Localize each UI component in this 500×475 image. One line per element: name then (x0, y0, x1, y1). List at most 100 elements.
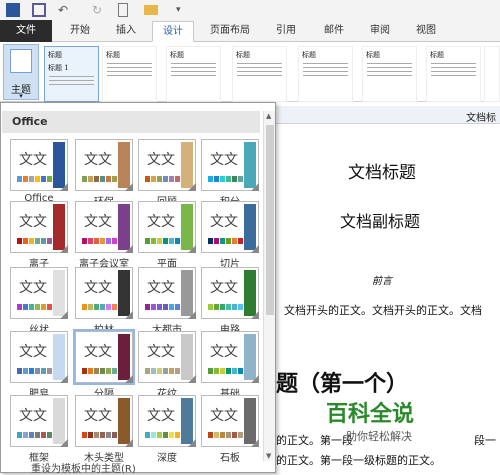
theme-color-swatches (82, 176, 118, 182)
theme-tile[interactable]: 文文 (75, 395, 133, 447)
page-fold-icon (188, 311, 196, 319)
watermark-slogan: 助你轻松解决 (346, 430, 412, 443)
style-set-3[interactable]: 标题 (166, 46, 221, 102)
theme-sample-text: 文文 (210, 214, 238, 230)
theme-tile[interactable]: 文文 (201, 267, 259, 319)
tab-home[interactable]: 开始 (60, 21, 100, 42)
theme-tile[interactable]: 文文 (10, 139, 68, 191)
doc-subtitle: 文档副标题 (340, 212, 421, 231)
page-fold-icon (251, 375, 259, 383)
doc-body-3: 段一 (474, 434, 496, 447)
theme-tile[interactable]: 文文 (138, 331, 196, 383)
page-fold-icon (60, 439, 68, 447)
theme-sample-text: 文文 (210, 280, 238, 296)
themes-button[interactable]: 主题 ▾ (3, 44, 39, 100)
style-set-5[interactable]: 标题 (298, 46, 353, 102)
doc-body-4: 的正文。第一段一级标题的正文。 (276, 454, 441, 467)
undo-icon[interactable]: ↶ (58, 3, 72, 17)
theme-tile[interactable]: 文文 (10, 331, 68, 383)
doc-heading-1: 题（第一个） (276, 371, 409, 397)
style-title: 标题 (48, 51, 62, 59)
theme-sample-text: 文文 (84, 280, 112, 296)
redo-icon[interactable]: ↻ (92, 3, 106, 17)
theme-tile[interactable]: 文文 (73, 329, 135, 385)
tab-layout[interactable]: 页面布局 (200, 21, 260, 42)
theme-tile[interactable]: 文文 (10, 201, 68, 253)
style-set-4[interactable]: 标题 (232, 46, 287, 102)
theme-color-swatches (208, 304, 244, 310)
theme-color-swatches (17, 432, 53, 438)
scroll-thumb[interactable] (266, 125, 274, 315)
gallery-scrollbar[interactable]: ▲ ▼ (263, 111, 275, 461)
theme-accent-band (53, 204, 65, 250)
style-set-2[interactable]: 标题 (102, 46, 157, 102)
theme-tile[interactable]: 文文 (138, 139, 196, 191)
theme-tile[interactable]: 文文 (75, 267, 133, 319)
theme-tile[interactable]: 文文 (201, 139, 259, 191)
theme-tile[interactable]: 文文 (75, 139, 133, 191)
theme-tile[interactable]: 文文 (138, 201, 196, 253)
page-fold-icon (60, 183, 68, 191)
themes-icon (10, 49, 32, 73)
style-set-7[interactable]: 标题 (426, 46, 481, 102)
theme-color-swatches (145, 176, 181, 182)
theme-name: 石板 (220, 453, 240, 464)
tab-review[interactable]: 审阅 (360, 21, 400, 42)
theme-accent-band (53, 398, 65, 444)
theme-color-swatches (82, 304, 118, 310)
tab-view[interactable]: 视图 (406, 21, 446, 42)
theme-accent-band (181, 270, 193, 316)
theme-accent-band (118, 334, 130, 380)
watermark-brand: 百科全说 (326, 402, 415, 427)
watermark: 百科全说 助你轻松解决 (326, 396, 414, 444)
save-icon[interactable] (32, 3, 46, 17)
theme-sample-text: 文文 (19, 214, 47, 230)
ribbon-tabs: 文件 开始 插入 设计 页面布局 引用 邮件 审阅 视图 (0, 20, 500, 42)
style-title: 标题 (170, 51, 184, 59)
style-title: 标题 (106, 51, 120, 59)
tab-mailings[interactable]: 邮件 (314, 21, 354, 42)
theme-tile[interactable]: 文文 (201, 395, 259, 447)
page-fold-icon (188, 183, 196, 191)
page-fold-icon (125, 375, 133, 383)
tab-insert[interactable]: 插入 (106, 21, 146, 42)
page-fold-icon (251, 311, 259, 319)
theme-tile[interactable]: 文文 (201, 331, 259, 383)
scroll-up-icon[interactable]: ▲ (266, 112, 271, 120)
tab-file[interactable]: 文件 (0, 20, 52, 42)
theme-tile[interactable]: 文文 (138, 395, 196, 447)
theme-color-swatches (17, 368, 53, 374)
style-set-1[interactable]: 标题 标题 1 (44, 46, 99, 102)
tab-references[interactable]: 引用 (266, 21, 306, 42)
theme-tile[interactable]: 文文 (75, 201, 133, 253)
page-fold-icon (251, 439, 259, 447)
theme-color-swatches (82, 432, 118, 438)
theme-sample-text: 文文 (147, 280, 175, 296)
scroll-down-icon[interactable]: ▼ (266, 452, 271, 460)
page-fold-icon (60, 245, 68, 253)
theme-accent-band (244, 270, 256, 316)
page-fold-icon (188, 375, 196, 383)
theme-tile[interactable]: 文文 (201, 201, 259, 253)
theme-tile[interactable]: 文文 (138, 267, 196, 319)
theme-accent-band (181, 142, 193, 188)
theme-sample-text: 文文 (147, 152, 175, 168)
theme-sample-text: 文文 (84, 214, 112, 230)
customize-icon[interactable]: ▾ (176, 3, 190, 17)
theme-tile[interactable]: 文文 (10, 395, 68, 447)
theme-name: 深度 (157, 453, 177, 464)
doc-preface: 前言 (372, 276, 392, 287)
theme-accent-band (118, 270, 130, 316)
open-icon[interactable] (144, 5, 158, 15)
style-set-6[interactable]: 标题 (362, 46, 417, 102)
tab-design[interactable]: 设计 (152, 21, 194, 42)
theme-tile[interactable]: 文文 (10, 267, 68, 319)
style-set-8[interactable] (484, 46, 500, 102)
page-fold-icon (60, 375, 68, 383)
style-bar: 文档标 (276, 106, 500, 124)
theme-sample-text: 文文 (84, 152, 112, 168)
theme-sample-text: 文文 (84, 344, 112, 360)
theme-color-swatches (17, 176, 53, 182)
theme-accent-band (244, 142, 256, 188)
new-icon[interactable] (118, 3, 128, 17)
